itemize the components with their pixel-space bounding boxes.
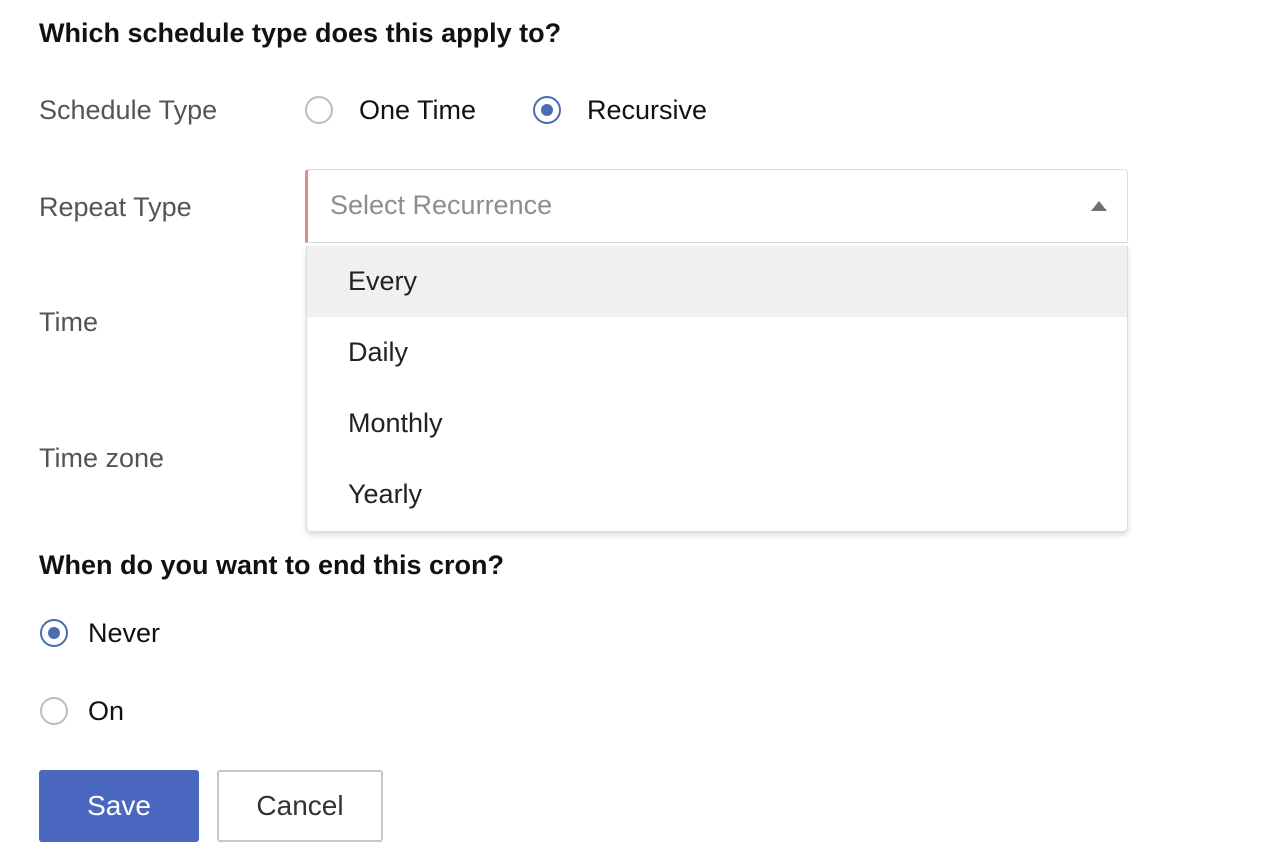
radio-circle-unchecked-icon[interactable]: [40, 697, 68, 725]
option-monthly[interactable]: Monthly: [307, 388, 1127, 459]
radio-recursive[interactable]: Recursive: [533, 95, 733, 128]
radio-one-time[interactable]: One Time: [305, 95, 505, 128]
radio-on-label: On: [88, 696, 125, 726]
option-every[interactable]: Every: [307, 246, 1127, 317]
end-cron-heading: When do you want to end this cron?: [39, 550, 504, 580]
radio-never[interactable]: Never: [39, 618, 239, 650]
option-yearly[interactable]: Yearly: [307, 459, 1127, 530]
radio-never-label: Never: [88, 618, 161, 648]
time-label: Time: [39, 307, 98, 337]
caret-up-icon[interactable]: [1091, 201, 1107, 211]
schedule-type-label: Schedule Type: [39, 95, 218, 125]
save-button[interactable]: Save: [39, 770, 199, 842]
radio-circle-unchecked-icon[interactable]: [305, 96, 333, 124]
repeat-type-select[interactable]: Select Recurrence: [305, 169, 1128, 243]
radio-recursive-label: Recursive: [587, 95, 708, 125]
repeat-type-label: Repeat Type: [39, 192, 192, 222]
recurrence-dropdown-menu: Every Daily Monthly Yearly: [306, 246, 1128, 532]
radio-circle-checked-icon[interactable]: [533, 96, 561, 124]
cancel-button[interactable]: Cancel: [217, 770, 383, 842]
radio-on[interactable]: On: [39, 696, 239, 728]
option-daily[interactable]: Daily: [307, 317, 1127, 388]
repeat-type-placeholder: Select Recurrence: [330, 190, 553, 220]
schedule-type-heading: Which schedule type does this apply to?: [39, 18, 562, 48]
radio-circle-checked-icon[interactable]: [40, 619, 68, 647]
radio-one-time-label: One Time: [359, 95, 477, 125]
time-zone-label: Time zone: [39, 443, 165, 473]
